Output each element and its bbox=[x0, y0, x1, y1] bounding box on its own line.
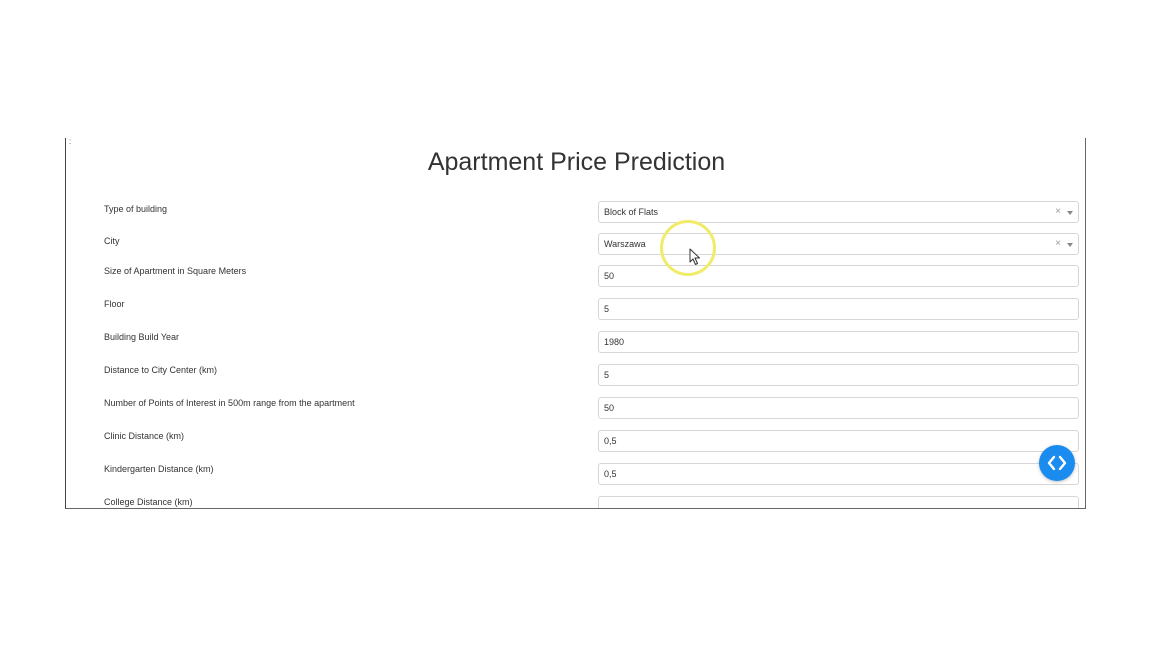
form-row-clinic-distance: Clinic Distance (km) 0,5 bbox=[66, 430, 1085, 454]
field-label: Clinic Distance (km) bbox=[104, 431, 185, 441]
clear-icon[interactable]: × bbox=[1055, 206, 1061, 218]
form-row-kindergarten-distance: Kindergarten Distance (km) 0,5 bbox=[66, 463, 1085, 487]
chevron-down-icon[interactable] bbox=[1067, 243, 1073, 247]
input-value: 0,5 bbox=[604, 436, 617, 446]
input-value: 1980 bbox=[604, 337, 625, 347]
input-value: 0,5 bbox=[604, 469, 617, 479]
select-value: Warszawa bbox=[604, 239, 646, 249]
form-row-college-distance: College Distance (km) bbox=[66, 496, 1085, 508]
chevron-down-icon[interactable] bbox=[1067, 211, 1073, 215]
form-row-center-distance: Distance to City Center (km) 5 bbox=[66, 364, 1085, 388]
clear-icon[interactable]: × bbox=[1055, 238, 1061, 250]
field-label: Number of Points of Interest in 500m ran… bbox=[104, 398, 355, 408]
college-distance-input[interactable] bbox=[598, 496, 1079, 508]
frame-corner-mark: : bbox=[69, 138, 72, 146]
field-label: Kindergarten Distance (km) bbox=[104, 464, 214, 474]
form-row-building-type: Type of building Block of Flats × bbox=[66, 201, 1085, 225]
select-value: Block of Flats bbox=[604, 207, 659, 217]
kindergarten-distance-input[interactable]: 0,5 bbox=[598, 463, 1079, 485]
form-row-size: Size of Apartment in Square Meters 50 bbox=[66, 265, 1085, 289]
field-label: Type of building bbox=[104, 204, 168, 214]
field-label: Building Build Year bbox=[104, 332, 180, 342]
form-row-poi-count: Number of Points of Interest in 500m ran… bbox=[66, 397, 1085, 421]
form-row-city: City Warszawa × bbox=[66, 233, 1085, 257]
page-title: Apartment Price Prediction bbox=[427, 148, 726, 176]
clinic-distance-input[interactable]: 0,5 bbox=[598, 430, 1079, 452]
field-label: Size of Apartment in Square Meters bbox=[104, 266, 247, 276]
field-label: College Distance (km) bbox=[104, 497, 193, 507]
field-label: City bbox=[104, 236, 120, 246]
center-distance-input[interactable]: 5 bbox=[598, 364, 1079, 386]
poi-count-input[interactable]: 50 bbox=[598, 397, 1079, 419]
field-label: Distance to City Center (km) bbox=[104, 365, 218, 375]
field-label: Floor bbox=[104, 299, 125, 309]
input-value: 50 bbox=[604, 403, 615, 413]
form-row-floor: Floor 5 bbox=[66, 298, 1085, 322]
build-year-input[interactable]: 1980 bbox=[598, 331, 1079, 353]
city-select[interactable]: Warszawa × bbox=[598, 233, 1079, 255]
app-frame: : Apartment Price Prediction Type of bui… bbox=[65, 138, 1086, 509]
input-value: 5 bbox=[604, 370, 610, 380]
size-input[interactable]: 50 bbox=[598, 265, 1079, 287]
floor-input[interactable]: 5 bbox=[598, 298, 1079, 320]
building-type-select[interactable]: Block of Flats × bbox=[598, 201, 1079, 223]
code-brackets-icon bbox=[1047, 455, 1067, 471]
form-row-build-year: Building Build Year 1980 bbox=[66, 331, 1085, 355]
input-value: 50 bbox=[604, 271, 615, 281]
input-value: 5 bbox=[604, 304, 610, 314]
code-brackets-button[interactable] bbox=[1039, 445, 1075, 481]
